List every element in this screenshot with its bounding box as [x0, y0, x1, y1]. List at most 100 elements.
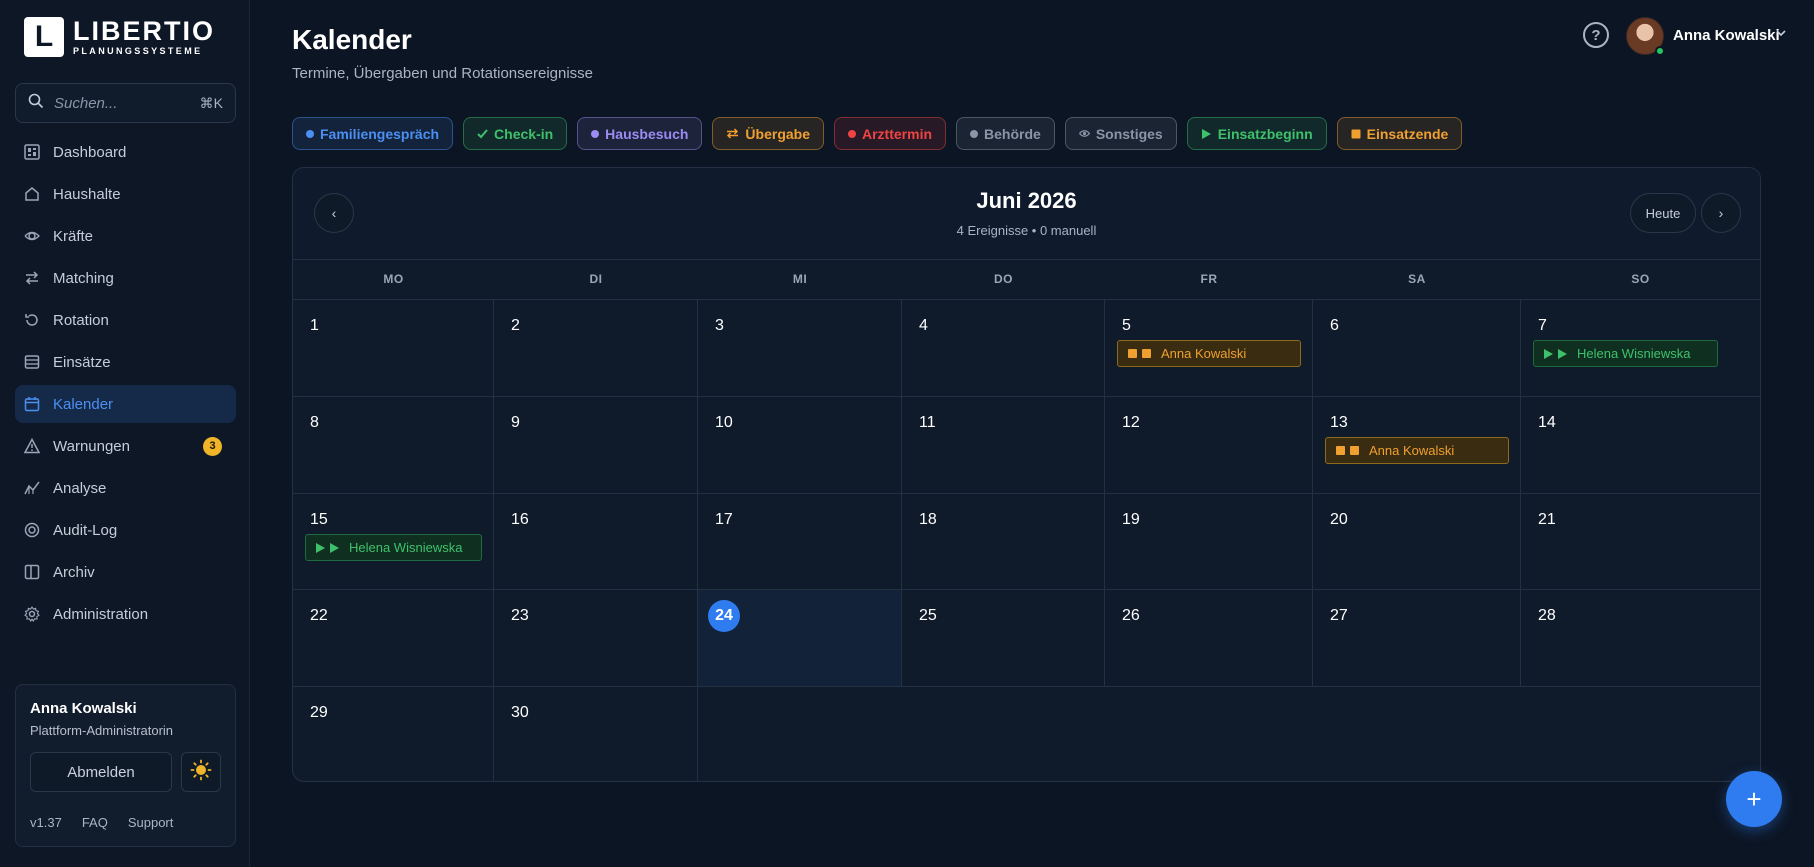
calendar-day-cell[interactable]: 30: [494, 687, 698, 781]
calendar-day-cell[interactable]: 27: [1313, 590, 1521, 687]
add-event-button[interactable]: +: [1726, 771, 1782, 827]
calendar-day-cell[interactable]: 9: [494, 397, 698, 494]
filter-chip-arzttermin[interactable]: Arzttermin: [834, 117, 947, 150]
play-icon: [1201, 128, 1212, 140]
square-icon: [1128, 349, 1137, 358]
calendar-day-cell[interactable]: 28: [1521, 590, 1760, 687]
calendar-day-cell[interactable]: 26: [1105, 590, 1313, 687]
calendar-event[interactable]: Helena Wisniewska: [1533, 340, 1718, 367]
sidebar-item-audit-log[interactable]: Audit-Log: [15, 511, 236, 549]
filter-chip-label: Übergabe: [745, 125, 810, 142]
filter-chip-hausbesuch[interactable]: Hausbesuch: [577, 117, 703, 150]
weekday-label: DO: [994, 272, 1013, 286]
calendar-day-cell[interactable]: 17: [698, 494, 902, 590]
calendar-day-cell[interactable]: 1: [293, 300, 494, 397]
filter-chip-einsatzbeginn[interactable]: Einsatzbeginn: [1186, 117, 1327, 150]
logo[interactable]: L LIBERTIO PLANUNGSSYSTEME: [24, 17, 215, 57]
calendar-day-cell[interactable]: 25: [902, 590, 1105, 687]
calendar-event[interactable]: Anna Kowalski: [1325, 437, 1509, 464]
calendar-day-cell[interactable]: 2: [494, 300, 698, 397]
sidebar-item-einsätze[interactable]: Einsätze: [15, 343, 236, 381]
dot-icon: [848, 129, 856, 138]
calendar-day-cell[interactable]: 12: [1105, 397, 1313, 494]
filter-chip-check-in[interactable]: Check-in: [463, 117, 568, 150]
dot-icon: [306, 129, 314, 138]
calendar-day-cell[interactable]: 24: [698, 590, 902, 687]
next-month-button[interactable]: ›: [1701, 193, 1741, 233]
today-button[interactable]: Heute: [1630, 193, 1696, 233]
day-number: 30: [511, 704, 529, 721]
filter-chip-familiengespräch[interactable]: Familiengespräch: [292, 117, 454, 150]
weekday-label: FR: [1200, 272, 1218, 286]
filter-chip-einsatzende[interactable]: Einsatzende: [1336, 117, 1463, 150]
calendar-day-cell[interactable]: 5 Anna Kowalski: [1105, 300, 1313, 397]
day-number: 11: [919, 414, 936, 431]
support-link[interactable]: Support: [128, 815, 174, 830]
calendar-day-cell[interactable]: 16: [494, 494, 698, 590]
day-number: 12: [1122, 414, 1140, 431]
user-card: Anna Kowalski Plattform-Administratorin …: [15, 684, 236, 847]
help-icon[interactable]: ?: [1583, 22, 1609, 48]
faq-link[interactable]: FAQ: [82, 815, 108, 830]
day-number: 10: [715, 414, 733, 431]
day-number: 18: [919, 511, 937, 528]
calendar-day-cell[interactable]: 3: [698, 300, 902, 397]
filter-chip-label: Familiengespräch: [320, 125, 440, 142]
theme-toggle-button[interactable]: [181, 752, 221, 792]
sidebar-item-archiv[interactable]: Archiv: [15, 553, 236, 591]
header-user-name[interactable]: Anna Kowalski: [1673, 27, 1780, 44]
calendar-day-cell[interactable]: 29: [293, 687, 494, 781]
filter-chip-label: Behörde: [984, 125, 1041, 142]
calendar-day-cell[interactable]: 19: [1105, 494, 1313, 590]
calendar-day-cell[interactable]: 11: [902, 397, 1105, 494]
day-number: 13: [1330, 414, 1348, 431]
filter-chip-label: Hausbesuch: [605, 125, 689, 142]
chevron-down-icon[interactable]: [1775, 27, 1787, 42]
calendar-day-cell[interactable]: 14: [1521, 397, 1760, 494]
workers-icon: [23, 227, 41, 245]
calendar-day-cell[interactable]: 8: [293, 397, 494, 494]
sidebar-item-matching[interactable]: Matching: [15, 259, 236, 297]
calendar-day-cell[interactable]: 21: [1521, 494, 1760, 590]
play-icon: [1558, 348, 1567, 359]
search-box[interactable]: ⌘K: [15, 83, 236, 123]
calendar-day-cell[interactable]: 7 Helena Wisniewska: [1521, 300, 1760, 397]
weekday-label: SO: [1631, 272, 1650, 286]
calendar-event[interactable]: Helena Wisniewska: [305, 534, 482, 561]
sidebar-item-kräfte[interactable]: Kräfte: [15, 217, 236, 255]
filter-chip-label: Arzttermin: [862, 125, 933, 142]
filter-chip-übergabe[interactable]: Übergabe: [712, 117, 824, 150]
sidebar-item-haushalte[interactable]: Haushalte: [15, 175, 236, 213]
settings-icon: [23, 605, 41, 623]
sidebar-item-dashboard[interactable]: Dashboard: [15, 133, 236, 171]
calendar-day-cell[interactable]: 22: [293, 590, 494, 687]
audit-icon: [23, 521, 41, 539]
search-input[interactable]: [54, 94, 184, 112]
calendar-header: ‹ Juni 2026 4 Ereignisse • 0 manuell Heu…: [293, 168, 1760, 260]
calendar-day-cell[interactable]: 13 Anna Kowalski: [1313, 397, 1521, 494]
logo-mark: L: [24, 17, 64, 57]
weekday-label: MO: [383, 272, 404, 286]
calendar-day-cell[interactable]: 6: [1313, 300, 1521, 397]
filter-chip-sonstiges[interactable]: Sonstiges: [1064, 117, 1177, 150]
calendar-day-cell[interactable]: 18: [902, 494, 1105, 590]
weekday-label: DI: [589, 272, 603, 286]
calendar-day-cell[interactable]: 20: [1313, 494, 1521, 590]
calendar-day-cell[interactable]: 23: [494, 590, 698, 687]
sidebar-item-rotation[interactable]: Rotation: [15, 301, 236, 339]
sidebar-item-analyse[interactable]: Analyse: [15, 469, 236, 507]
sidebar-item-warnungen[interactable]: Warnungen 3: [15, 427, 236, 465]
sidebar-item-kalender[interactable]: Kalender: [15, 385, 236, 423]
sidebar-item-label: Archiv: [53, 563, 95, 581]
event-label: Anna Kowalski: [1369, 443, 1455, 458]
home-icon: [23, 185, 41, 203]
filter-chip-behörde[interactable]: Behörde: [956, 117, 1055, 150]
calendar-day-cell[interactable]: 15 Helena Wisniewska: [293, 494, 494, 590]
search-shortcut: ⌘K: [199, 94, 223, 111]
calendar-day-cell[interactable]: 10: [698, 397, 902, 494]
sidebar-item-administration[interactable]: Administration: [15, 595, 236, 633]
calendar: ‹ Juni 2026 4 Ereignisse • 0 manuell Heu…: [292, 167, 1761, 782]
logout-button[interactable]: Abmelden: [30, 752, 172, 792]
calendar-day-cell[interactable]: 4: [902, 300, 1105, 397]
calendar-event[interactable]: Anna Kowalski: [1117, 340, 1301, 367]
